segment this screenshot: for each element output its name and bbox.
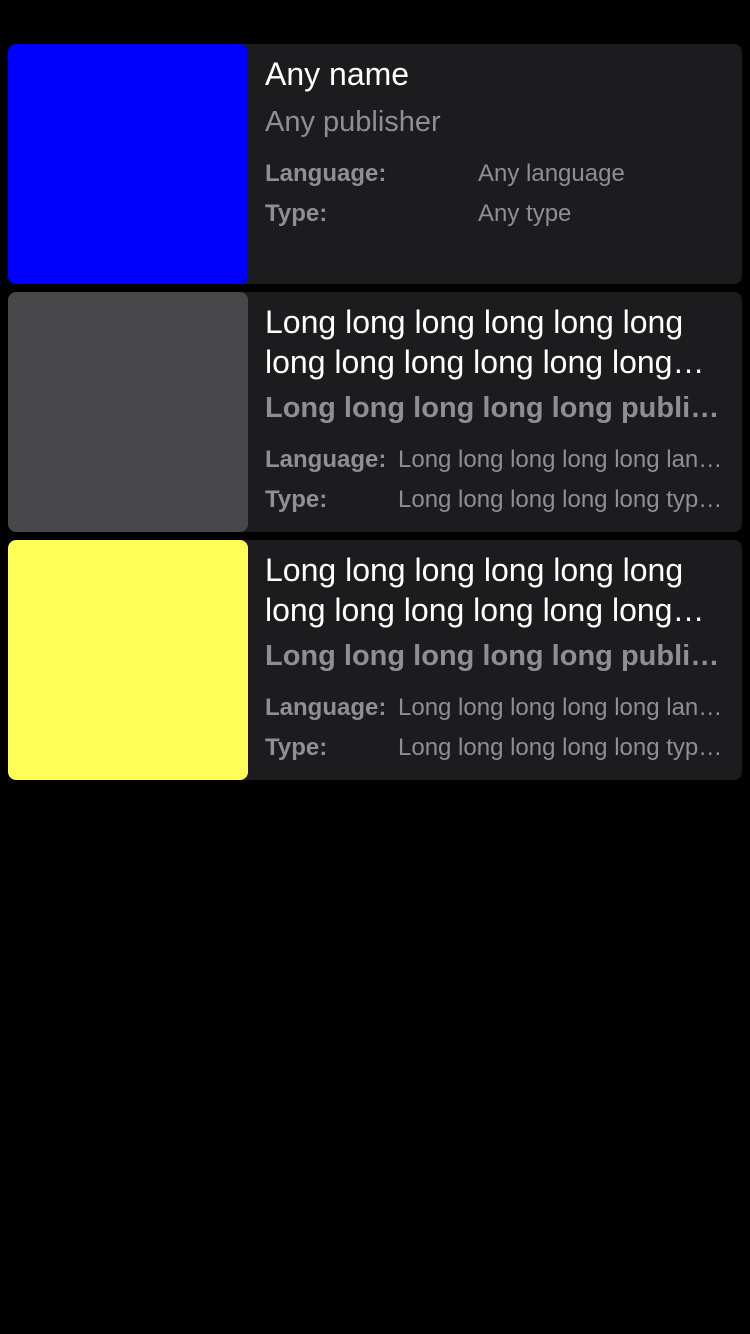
cover-image (8, 44, 248, 284)
type-label: Type: (265, 734, 328, 761)
item-list: Any name Any publisher Language: Any lan… (8, 44, 742, 788)
type-row: Type: Any type (265, 194, 732, 234)
list-item[interactable]: Long long long long long long long long … (8, 292, 742, 532)
item-name: Any name (265, 56, 410, 92)
language-value: Long long long long long language long l… (398, 446, 732, 473)
language-row: Language: Long long long long long langu… (265, 440, 732, 480)
item-info: Long long long long long long long long … (248, 292, 742, 532)
item-meta: Language: Any language Type: Any type (265, 154, 732, 234)
item-publisher: Long long long long long publisher long … (265, 640, 732, 672)
item-info: Any name Any publisher Language: Any lan… (248, 44, 742, 284)
item-meta: Language: Long long long long long langu… (265, 688, 732, 768)
item-info: Long long long long long long long long … (248, 540, 742, 780)
item-publisher: Any publisher (265, 106, 441, 138)
language-label: Language: (265, 160, 387, 187)
language-row: Language: Long long long long long langu… (265, 688, 732, 728)
list-item[interactable]: Any name Any publisher Language: Any lan… (8, 44, 742, 284)
type-value: Long long long long long type long long … (398, 486, 732, 513)
type-row: Type: Long long long long long type long… (265, 480, 732, 520)
type-row: Type: Long long long long long type long… (265, 728, 732, 768)
type-label: Type: (265, 486, 328, 513)
language-value: Long long long long long language long l… (398, 694, 732, 721)
item-meta: Language: Long long long long long langu… (265, 440, 732, 520)
list-item[interactable]: Long long long long long long long long … (8, 540, 742, 780)
language-label: Language: (265, 446, 387, 473)
item-name: Long long long long long long long long … (265, 304, 684, 380)
type-label: Type: (265, 200, 328, 227)
language-row: Language: Any language (265, 154, 732, 194)
type-value: Any type (478, 200, 572, 227)
language-label: Language: (265, 694, 387, 721)
item-publisher: Long long long long long publisher long … (265, 392, 732, 424)
item-name: Long long long long long long long long … (265, 552, 684, 628)
language-value: Any language (478, 160, 625, 187)
cover-image (8, 540, 248, 780)
type-value: Long long long long long type long long … (398, 734, 732, 761)
cover-image (8, 292, 248, 532)
